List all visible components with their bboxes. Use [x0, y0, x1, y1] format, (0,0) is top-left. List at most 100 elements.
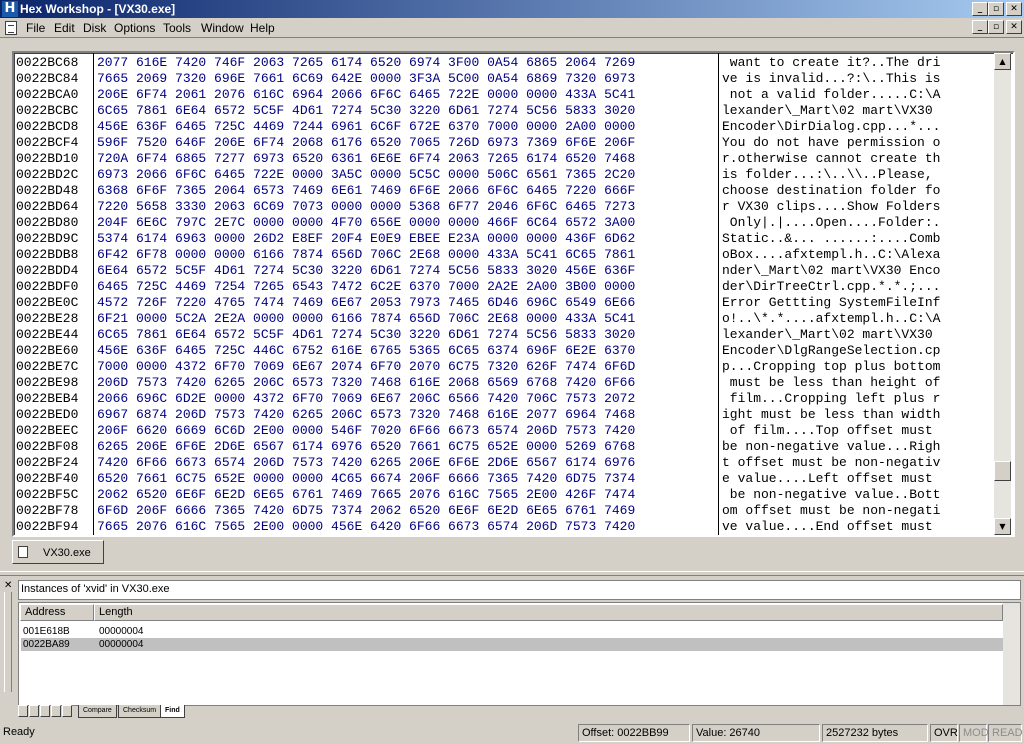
- ascii-text[interactable]: lexander\_Mart\02 mart\VX30: [722, 327, 940, 343]
- hex-address: 0022BF08: [16, 439, 79, 454]
- ascii-text[interactable]: You do not have permission o: [722, 135, 940, 151]
- ascii-text[interactable]: ve value....End offset must: [722, 519, 940, 535]
- ascii-text[interactable]: Encoder\DirDialog.cpp...*...: [722, 119, 940, 135]
- hex-bytes[interactable]: 7665 2069 7320 696E 7661 6C69 642E 0000 …: [97, 71, 635, 87]
- hex-bytes[interactable]: 4572 726F 7220 4765 7474 7469 6E67 2053 …: [97, 295, 635, 311]
- hex-editor-view[interactable]: 0022BC68 2077 616E 7420 746F 2063 7265 61…: [12, 51, 1015, 537]
- hex-bytes[interactable]: 6C65 7861 6E64 6572 5C5F 4D61 7274 5C30 …: [97, 327, 635, 343]
- next-tab-icon[interactable]: [40, 705, 50, 717]
- ascii-text[interactable]: p...Cropping top plus bottom: [722, 359, 940, 375]
- hex-bytes[interactable]: 6F6D 206F 6666 7365 7420 6D75 7374 2062 …: [97, 503, 635, 519]
- pane-gripper[interactable]: [4, 592, 12, 692]
- scroll-up-arrow-icon[interactable]: ▲: [994, 53, 1011, 70]
- hex-bytes[interactable]: 6C65 7861 6E64 6572 5C5F 4D61 7274 5C30 …: [97, 103, 635, 119]
- ascii-text[interactable]: t offset must be non-negativ: [722, 455, 940, 471]
- hex-bytes[interactable]: 6967 6874 206D 7573 7420 6265 206C 6573 …: [97, 407, 635, 423]
- list-vertical-scrollbar[interactable]: [1003, 603, 1020, 705]
- hex-bytes[interactable]: 6F21 0000 5C2A 2E2A 0000 0000 6166 7874 …: [97, 311, 635, 327]
- ascii-text[interactable]: r.otherwise cannot create th: [722, 151, 940, 167]
- column-header-address[interactable]: Address: [20, 604, 94, 621]
- ascii-text[interactable]: Error Gettting SystemFileInf: [722, 295, 940, 311]
- document-tab[interactable]: VX30.exe: [12, 540, 104, 564]
- hex-address: 0022BD64: [16, 199, 79, 214]
- ascii-text[interactable]: must be less than height of: [722, 375, 941, 391]
- first-tab-icon[interactable]: [18, 705, 28, 717]
- ascii-text[interactable]: o!..\*.*....afxtempl.h..C:\A: [722, 311, 940, 327]
- results-list[interactable]: Address Length 001E618B 00000004 0022BA8…: [18, 602, 1021, 706]
- close-pane-icon[interactable]: ✕: [4, 580, 12, 591]
- menu-file[interactable]: File: [26, 21, 45, 35]
- ascii-text[interactable]: be non-negative value...Righ: [722, 439, 940, 455]
- hex-bytes[interactable]: 7665 2076 616C 7565 2E00 0000 456E 6420 …: [97, 519, 635, 535]
- minimize-button[interactable]: _: [972, 2, 988, 16]
- child-minimize-button[interactable]: _: [972, 20, 988, 34]
- ascii-text[interactable]: lexander\_Mart\02 mart\VX30: [722, 103, 940, 119]
- ascii-text[interactable]: not a valid folder.....C:\A: [722, 87, 941, 103]
- hex-bytes[interactable]: 6265 206E 6F6E 2D6E 6567 6174 6976 6520 …: [97, 439, 635, 455]
- hex-bytes[interactable]: 6465 725C 4469 7254 7265 6543 7472 6C2E …: [97, 279, 635, 295]
- hex-bytes[interactable]: 204F 6E6C 797C 2E7C 0000 0000 4F70 656E …: [97, 215, 635, 231]
- hex-vertical-scrollbar[interactable]: ▲ ▼: [994, 53, 1011, 535]
- pane-splitter[interactable]: [0, 571, 1024, 576]
- hex-bytes[interactable]: 206E 6F74 2061 2076 616C 6964 2066 6F6C …: [97, 87, 635, 103]
- ascii-text[interactable]: of film....Top offset must: [722, 423, 940, 439]
- menu-help[interactable]: Help: [250, 21, 275, 35]
- hex-bytes[interactable]: 2066 696C 6D2E 0000 4372 6F70 7069 6E67 …: [97, 391, 635, 407]
- ascii-text[interactable]: nder\_Mart\02 mart\VX30 Enco: [722, 263, 940, 279]
- last-tab-icon[interactable]: [51, 705, 61, 717]
- ascii-text[interactable]: e value....Left offset must: [722, 471, 933, 487]
- ascii-text[interactable]: om offset must be non-negati: [722, 503, 940, 519]
- hex-bytes[interactable]: 6973 2066 6F6C 6465 722E 0000 3A5C 0000 …: [97, 167, 635, 183]
- maximize-button[interactable]: ▫: [988, 2, 1004, 16]
- document-icon[interactable]: [5, 21, 17, 35]
- hex-bytes[interactable]: 456E 636F 6465 725C 446C 6752 616E 6765 …: [97, 343, 635, 359]
- child-restore-button[interactable]: ▫: [988, 20, 1004, 34]
- hex-workshop-icon: H: [2, 1, 18, 17]
- tab-checksum[interactable]: Checksum: [118, 705, 162, 718]
- ascii-text[interactable]: Only|.|....Open....Folder:.: [722, 215, 941, 231]
- list-item-selected[interactable]: 0022BA89 00000004: [21, 638, 1005, 651]
- ascii-text[interactable]: der\DirTreeCtrl.cpp.*.*.;...: [722, 279, 940, 295]
- ascii-text[interactable]: want to create it?..The dri: [722, 55, 941, 71]
- hex-bytes[interactable]: 7420 6F66 6673 6574 206D 7573 7420 6265 …: [97, 455, 635, 471]
- hex-bytes[interactable]: 6368 6F6F 7365 2064 6573 7469 6E61 7469 …: [97, 183, 635, 199]
- ascii-text[interactable]: ight must be less than width: [722, 407, 940, 423]
- menu-disk[interactable]: Disk: [83, 21, 106, 35]
- hex-bytes[interactable]: 206F 6620 6669 6C6D 2E00 0000 546F 7020 …: [97, 423, 635, 439]
- ascii-text[interactable]: r VX30 clips....Show Folders: [722, 199, 940, 215]
- hex-bytes[interactable]: 206D 7573 7420 6265 206C 6573 7320 7468 …: [97, 375, 635, 391]
- scroll-down-arrow-icon[interactable]: ▼: [994, 518, 1011, 535]
- child-close-button[interactable]: ✕: [1006, 20, 1022, 34]
- hex-bytes[interactable]: 2062 6520 6E6F 6E2D 6E65 6761 7469 7665 …: [97, 487, 635, 503]
- tab-find[interactable]: Find: [160, 705, 185, 718]
- ascii-text[interactable]: is folder...:\..\\..Please,: [722, 167, 940, 183]
- hex-bytes[interactable]: 2077 616E 7420 746F 2063 7265 6174 6520 …: [97, 55, 635, 71]
- ascii-text[interactable]: Static..&... ......:....Comb: [722, 231, 940, 247]
- hex-bytes[interactable]: 596F 7520 646F 206E 6F74 2068 6176 6520 …: [97, 135, 635, 151]
- ascii-text[interactable]: ve is invalid...?:\..This is: [722, 71, 940, 87]
- scroll-thumb[interactable]: [994, 461, 1011, 481]
- hex-bytes[interactable]: 720A 6F74 6865 7277 6973 6520 6361 6E6E …: [97, 151, 635, 167]
- hex-bytes[interactable]: 6520 7661 6C75 652E 0000 0000 4C65 6674 …: [97, 471, 635, 487]
- hex-bytes[interactable]: 6F42 6F78 0000 0000 6166 7874 656D 706C …: [97, 247, 635, 263]
- menu-tools[interactable]: Tools: [163, 21, 191, 35]
- hex-bytes[interactable]: 5374 6174 6963 0000 26D2 E8EF 20F4 E0E9 …: [97, 231, 635, 247]
- menu-edit[interactable]: Edit: [54, 21, 75, 35]
- prev-tab-icon[interactable]: [29, 705, 39, 717]
- ascii-text[interactable]: choose destination folder fo: [722, 183, 940, 199]
- ascii-text[interactable]: oBox....afxtempl.h..C:\Alexa: [722, 247, 940, 263]
- hex-bytes[interactable]: 6E64 6572 5C5F 4D61 7274 5C30 3220 6D61 …: [97, 263, 635, 279]
- ascii-text[interactable]: be non-negative value..Bott: [722, 487, 941, 503]
- menu-options[interactable]: Options: [114, 21, 155, 35]
- column-header-length[interactable]: Length: [94, 604, 1003, 621]
- more-tab-icon[interactable]: [62, 705, 72, 717]
- hex-bytes[interactable]: 7000 0000 4372 6F70 7069 6E67 2074 6F70 …: [97, 359, 635, 375]
- ascii-text[interactable]: Encoder\DlgRangeSelection.cp: [722, 343, 940, 359]
- menu-window[interactable]: Window: [201, 21, 244, 35]
- hex-bytes[interactable]: 7220 5658 3330 2063 6C69 7073 0000 0000 …: [97, 199, 635, 215]
- hex-bytes[interactable]: 456E 636F 6465 725C 4469 7244 6961 6C6F …: [97, 119, 635, 135]
- tab-compare[interactable]: Compare: [78, 705, 117, 718]
- close-button[interactable]: ✕: [1006, 2, 1022, 16]
- ascii-text[interactable]: film...Cropping left plus r: [722, 391, 941, 407]
- list-item[interactable]: 001E618B 00000004: [21, 625, 1005, 638]
